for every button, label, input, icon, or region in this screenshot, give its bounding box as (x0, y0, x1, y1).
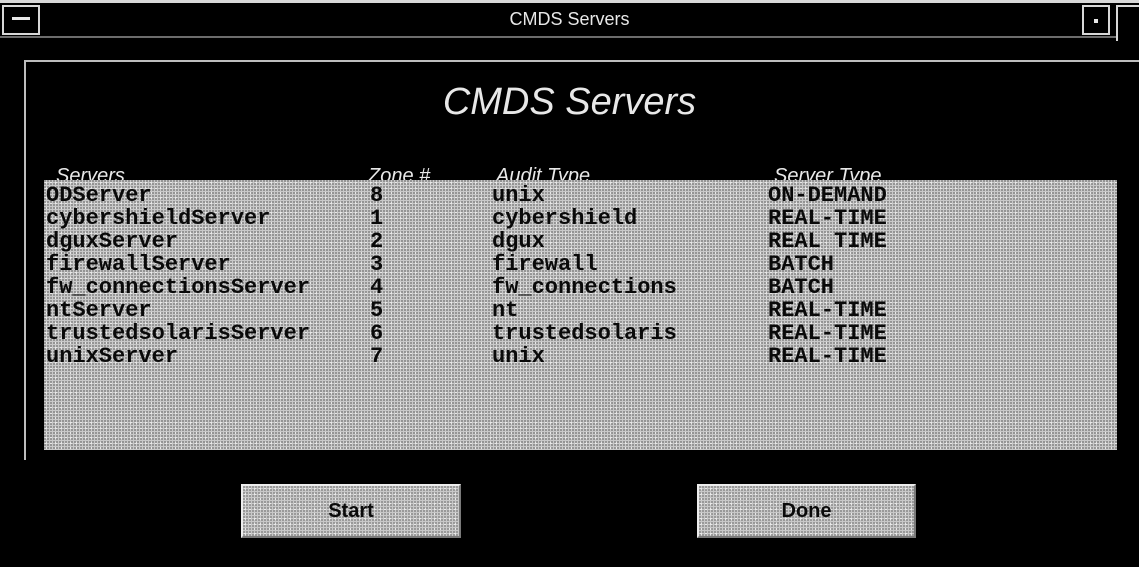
audit-type: trustedsolaris (492, 321, 677, 346)
zone-number: 7 (370, 344, 384, 369)
zone-number: 2 (370, 229, 384, 254)
list-item[interactable]: ntServer 5 nt REAL-TIME (44, 299, 1117, 322)
server-type: REAL-TIME (768, 344, 887, 369)
page-title: CMDS Servers (442, 81, 697, 123)
server-name: firewallServer (46, 252, 231, 277)
zone-number: 5 (370, 298, 384, 323)
list-item[interactable]: ODServer 8 unix ON-DEMAND (44, 184, 1117, 207)
server-name: ODServer (46, 183, 152, 208)
zone-number: 4 (370, 275, 384, 300)
server-name: unixServer (46, 344, 179, 369)
done-button[interactable]: Done (697, 484, 916, 538)
maximize-button[interactable] (1116, 5, 1139, 41)
audit-type: fw_connections (492, 275, 677, 300)
list-item[interactable]: firewallServer 3 firewall BATCH (44, 253, 1117, 276)
list-item[interactable]: dguxServer 2 dgux REAL TIME (44, 230, 1117, 253)
server-type: ON-DEMAND (768, 183, 887, 208)
audit-type: cybershield (492, 206, 638, 231)
title-bar[interactable]: CMDS Servers (0, 0, 1139, 41)
server-name: cybershieldServer (46, 206, 271, 231)
server-type: REAL-TIME (768, 206, 887, 231)
server-list[interactable]: ODServer 8 unix ON-DEMAND cybershieldServer 1… (44, 180, 1117, 450)
list-item[interactable]: unixServer 7 unix REAL-TIME (44, 345, 1117, 368)
audit-type: unix (492, 183, 545, 208)
server-type: BATCH (768, 275, 835, 300)
server-type: BATCH (768, 252, 835, 277)
list-item[interactable]: fw_connectionsServer 4 fw_connections BATCH (44, 276, 1117, 299)
server-type: REAL-TIME (768, 298, 887, 323)
server-name: dguxServer (46, 229, 179, 254)
server-name: ntServer (46, 298, 152, 323)
zone-number: 1 (370, 206, 384, 231)
zone-number: 6 (370, 321, 384, 346)
zone-number: 3 (370, 252, 384, 277)
window-title: CMDS Servers (509, 9, 630, 29)
server-name: trustedsolarisServer (46, 321, 311, 346)
list-item[interactable]: trustedsolarisServer 6 trustedsolaris REAL-… (44, 322, 1117, 345)
server-type: REAL-TIME (768, 321, 887, 346)
list-item[interactable]: cybershieldServer 1 cybershield REAL-TIME (44, 207, 1117, 230)
server-type: REAL TIME (768, 229, 887, 254)
minimize-button[interactable] (1082, 5, 1110, 35)
start-button[interactable]: Start (241, 484, 461, 538)
server-name: fw_connectionsServer (46, 275, 311, 300)
audit-type: unix (492, 344, 545, 369)
audit-type: dgux (492, 229, 545, 254)
app-window: CMDS Servers CMDS Servers Servers Zone #… (0, 0, 1139, 567)
audit-type: nt (492, 298, 519, 323)
audit-type: firewall (492, 252, 598, 277)
minimize-icon (1094, 19, 1098, 23)
zone-number: 8 (370, 183, 384, 208)
